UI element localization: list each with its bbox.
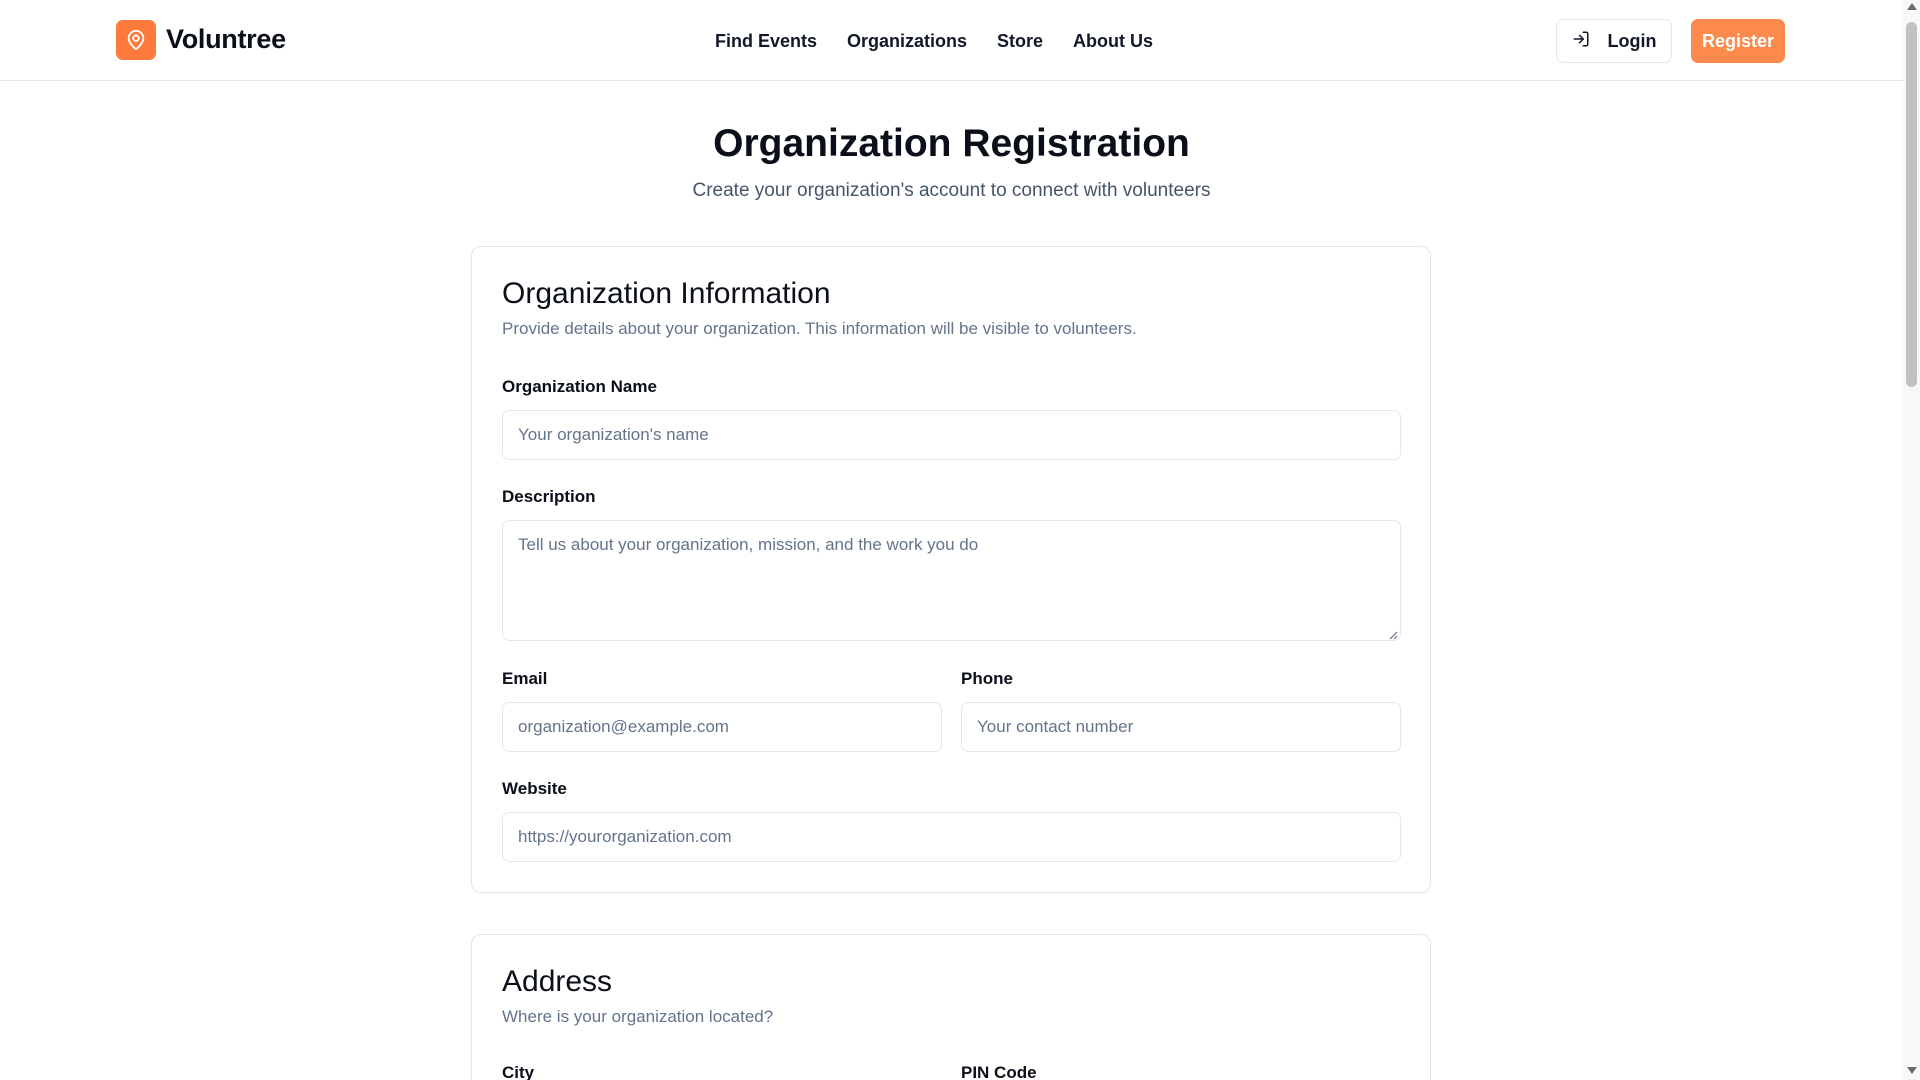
login-label: Login: [1607, 30, 1657, 51]
nav-about-us[interactable]: About Us: [1073, 28, 1153, 54]
page-scrollbar[interactable]: [1903, 0, 1920, 1080]
resize-handle-icon[interactable]: [1388, 630, 1398, 640]
scroll-down-arrow-icon[interactable]: [1907, 1067, 1917, 1074]
register-label: Register: [1701, 30, 1775, 51]
email-label: Email: [502, 669, 548, 688]
login-button[interactable]: Login: [1556, 19, 1672, 63]
nav-organizations[interactable]: Organizations: [847, 28, 967, 54]
organization-name-input[interactable]: [502, 410, 1401, 460]
log-in-icon: [1572, 30, 1590, 53]
nav-store[interactable]: Store: [997, 28, 1043, 54]
card-description: Provide details about your organization.…: [502, 319, 1137, 338]
email-input[interactable]: [502, 702, 942, 752]
scroll-up-arrow-icon[interactable]: [1907, 3, 1917, 10]
top-navbar: Voluntree Find Events Organizations Stor…: [0, 0, 1903, 81]
page-subtitle: Create your organization's account to co…: [692, 180, 1211, 201]
scrollbar-thumb[interactable]: [1906, 22, 1917, 387]
pin-code-label: PIN Code: [961, 1063, 1037, 1080]
main-nav: Find Events Organizations Store About Us: [715, 28, 1153, 54]
card-title: Organization Information: [502, 277, 831, 310]
map-pin-icon: [116, 19, 156, 60]
phone-input[interactable]: [961, 702, 1401, 752]
organization-info-card: Organization Information Provide details…: [471, 246, 1431, 893]
website-input[interactable]: [502, 812, 1401, 862]
brand-name: Voluntree: [166, 24, 286, 54]
page-title: Organization Registration: [713, 122, 1190, 165]
card-title: Address: [502, 965, 613, 998]
description-textarea[interactable]: [502, 520, 1401, 641]
nav-find-events[interactable]: Find Events: [715, 28, 817, 54]
address-card: Address Where is your organization locat…: [471, 934, 1431, 1080]
description-label: Description: [502, 487, 596, 506]
register-button[interactable]: Register: [1691, 19, 1785, 63]
organization-name-label: Organization Name: [502, 377, 657, 396]
card-description: Where is your organization located?: [502, 1007, 774, 1026]
city-label: City: [502, 1063, 535, 1080]
phone-label: Phone: [961, 669, 1013, 688]
website-label: Website: [502, 779, 567, 798]
brand-logo[interactable]: Voluntree: [116, 19, 286, 60]
